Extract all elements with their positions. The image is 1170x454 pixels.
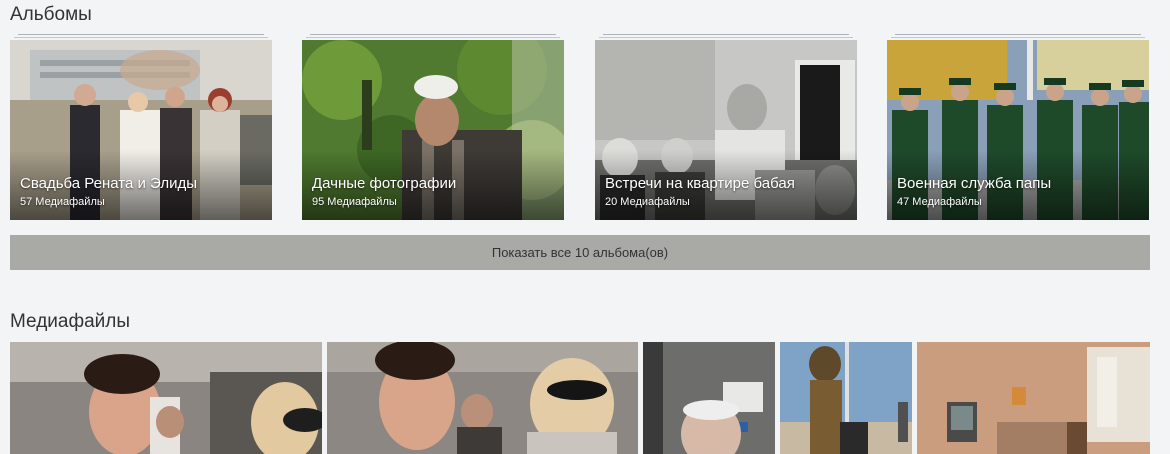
album-card-military[interactable]: Военная служба папы 47 Медиафайлы — [887, 32, 1149, 220]
album-title[interactable]: Дачные фотографии — [312, 175, 456, 192]
album-stack-line — [895, 34, 1141, 35]
media-thumbnail[interactable] — [917, 342, 1150, 454]
album-title[interactable]: Встречи на квартире бабая — [605, 175, 795, 192]
album-media-count: 20 Медиафайлы — [605, 196, 690, 208]
album-stack-line — [599, 37, 853, 38]
album-media-count: 57 Медиафайлы — [20, 196, 105, 208]
album-stack-line — [891, 37, 1145, 38]
media-thumbnail[interactable] — [327, 342, 638, 454]
album-card-apartment[interactable]: Встречи на квартире бабая 20 Медиафайлы — [595, 32, 857, 220]
album-cover-image: Военная служба папы 47 Медиафайлы — [887, 40, 1149, 220]
album-title[interactable]: Свадьба Рената и Элиды — [20, 175, 197, 192]
album-stack-line — [603, 34, 849, 35]
album-cover-image: Свадьба Рената и Элиды 57 Медиафайлы — [10, 40, 272, 220]
album-stack-line — [14, 37, 268, 38]
albums-heading: Альбомы — [10, 4, 92, 25]
album-stack-line — [306, 37, 560, 38]
media-heading: Медиафайлы — [10, 311, 131, 332]
media-thumbnail[interactable] — [780, 342, 912, 454]
album-media-count: 47 Медиафайлы — [897, 196, 982, 208]
album-card-wedding[interactable]: Свадьба Рената и Элиды 57 Медиафайлы — [10, 32, 272, 220]
album-media-count: 95 Медиафайлы — [312, 196, 397, 208]
album-stack-line — [310, 34, 556, 35]
media-thumbnail[interactable] — [643, 342, 775, 454]
media-thumbnail[interactable] — [10, 342, 322, 454]
album-card-dacha[interactable]: Дачные фотографии 95 Медиафайлы — [302, 32, 564, 220]
album-stack-line — [18, 34, 264, 35]
album-title[interactable]: Военная служба папы — [897, 175, 1051, 192]
album-cover-image: Дачные фотографии 95 Медиафайлы — [302, 40, 564, 220]
show-all-albums-button[interactable]: Показать все 10 альбома(ов) — [10, 235, 1150, 270]
album-cover-image: Встречи на квартире бабая 20 Медиафайлы — [595, 40, 857, 220]
